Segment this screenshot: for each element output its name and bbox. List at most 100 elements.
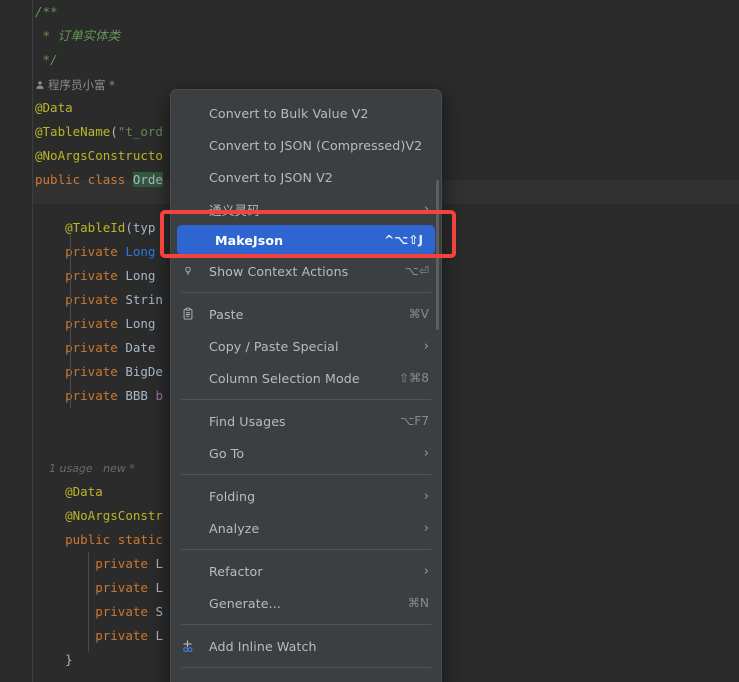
- submenu-arrow-icon: ›: [423, 488, 429, 504]
- code-token: typ: [132, 220, 156, 235]
- code-token: private: [65, 292, 126, 307]
- code-line: 程序员小富 *: [33, 73, 115, 97]
- code-line: @Data: [33, 480, 103, 504]
- menu-item-label: Go To: [209, 445, 245, 461]
- code-token: public class: [35, 172, 133, 187]
- menu-item-label: Show Context Actions: [209, 263, 349, 279]
- menu-item-label: Convert to JSON (Compressed)V2: [209, 137, 423, 153]
- menu-item-label: 通义灵码: [209, 202, 260, 218]
- code-token: @Data: [35, 100, 73, 115]
- code-line: private L: [33, 624, 163, 648]
- code-token: BigDe: [125, 364, 163, 379]
- person-icon: [35, 80, 45, 90]
- code-line: private S: [33, 600, 163, 624]
- code-token: @NoArgsConstructo: [35, 148, 163, 163]
- code-token: private: [95, 556, 156, 571]
- code-line: /**: [33, 0, 58, 24]
- menu-item-copy-paste-special[interactable]: Copy / Paste Special ›: [171, 330, 441, 362]
- clipboard-icon: [181, 307, 195, 321]
- menu-item-label: Paste: [209, 306, 244, 322]
- code-token: /**: [35, 4, 58, 19]
- menu-item-icon-slot: [171, 264, 205, 278]
- code-line: private BBB b: [33, 384, 163, 408]
- code-token: L: [155, 628, 163, 643]
- menu-item-label: Convert to JSON V2: [209, 169, 333, 185]
- menu-item-generate[interactable]: Generate... ⌘N: [171, 587, 441, 619]
- menu-item-shortcut: ⌘N: [407, 596, 429, 610]
- code-token: public static: [65, 532, 163, 547]
- menu-item-shortcut: ⌘V: [408, 307, 429, 321]
- menu-item-[interactable]: 通义灵码 ›: [171, 193, 441, 225]
- editor-gutter[interactable]: [0, 0, 33, 682]
- menu-item-label: Find Usages: [209, 413, 286, 429]
- menu-item-refactor[interactable]: Refactor ›: [171, 555, 441, 587]
- menu-item-label: Column Selection Mode: [209, 370, 360, 386]
- menu-separator: [181, 549, 431, 550]
- code-token: @NoArgsConstr: [65, 508, 163, 523]
- submenu-arrow-icon: ›: [423, 201, 429, 217]
- menu-item-column-selection-mode[interactable]: Column Selection Mode ⇧⌘8: [171, 362, 441, 394]
- code-line: private L: [33, 576, 163, 600]
- menu-item-analyze[interactable]: Analyze ›: [171, 512, 441, 544]
- menu-separator: [181, 667, 431, 668]
- menu-item-convert-to-bulk-value-v2[interactable]: Convert to Bulk Value V2: [171, 97, 441, 129]
- code-token: private: [65, 268, 126, 283]
- menu-item-add-inline-watch[interactable]: Add Inline Watch: [171, 630, 441, 662]
- code-token: }: [35, 652, 73, 667]
- context-menu[interactable]: Convert to Bulk Value V2 Convert to JSON …: [170, 89, 442, 682]
- code-token: private: [65, 244, 126, 259]
- code-token: private: [65, 340, 126, 355]
- code-token: Orde: [132, 172, 163, 187]
- menu-item-icon-slot: [171, 307, 205, 321]
- menu-item-label: Copy / Paste Special: [209, 338, 339, 354]
- menu-item-show-context-actions[interactable]: Show Context Actions ⌥⏎: [171, 255, 441, 287]
- context-menu-scrollbar[interactable]: [436, 180, 439, 330]
- code-token: b: [155, 388, 163, 403]
- submenu-arrow-icon: ›: [423, 445, 429, 461]
- code-line: private L: [33, 552, 163, 576]
- menu-item-label: Generate...: [209, 595, 281, 611]
- code-line: @TableId(typ: [33, 216, 155, 240]
- menu-item-shortcut: ⌥F7: [400, 414, 429, 428]
- menu-item-convert-to-json-v2[interactable]: Convert to JSON V2: [171, 161, 441, 193]
- submenu-arrow-icon: ›: [423, 563, 429, 579]
- code-line: private Long: [33, 240, 155, 264]
- menu-item-paste[interactable]: Paste ⌘V: [171, 298, 441, 330]
- code-line: @TableName("t_ord: [33, 120, 163, 144]
- code-token: private: [95, 580, 156, 595]
- menu-item-makejson[interactable]: MakeJson ^⌥⇧J: [177, 225, 435, 255]
- menu-item-convert-to-json-compressed-v2[interactable]: Convert to JSON (Compressed)V2: [171, 129, 441, 161]
- menu-item-compile-and-reload-file[interactable]: Compile And Reload File: [171, 673, 441, 682]
- code-token: (: [125, 220, 133, 235]
- menu-item-go-to[interactable]: Go To ›: [171, 437, 441, 469]
- code-token: */: [35, 52, 58, 67]
- code-line: public class Orde: [33, 168, 163, 192]
- menu-item-label: Add Inline Watch: [209, 638, 317, 654]
- menu-item-shortcut: ^⌥⇧J: [383, 233, 423, 247]
- lightbulb-icon: [181, 264, 195, 278]
- code-line: */: [33, 48, 58, 72]
- submenu-arrow-icon: ›: [423, 338, 429, 354]
- code-token: Long: [125, 268, 156, 283]
- menu-separator: [181, 292, 431, 293]
- code-token: Date: [125, 340, 156, 355]
- code-line: private Date: [33, 336, 155, 360]
- menu-item-label: Refactor: [209, 563, 263, 579]
- menu-item-folding[interactable]: Folding ›: [171, 480, 441, 512]
- code-token: private: [95, 628, 156, 643]
- menu-item-label: Convert to Bulk Value V2: [209, 105, 369, 121]
- code-token: @TableId: [65, 220, 126, 235]
- code-line: @NoArgsConstructo: [33, 144, 163, 168]
- add-inline-watch-icon: [180, 638, 196, 654]
- menu-item-find-usages[interactable]: Find Usages ⌥F7: [171, 405, 441, 437]
